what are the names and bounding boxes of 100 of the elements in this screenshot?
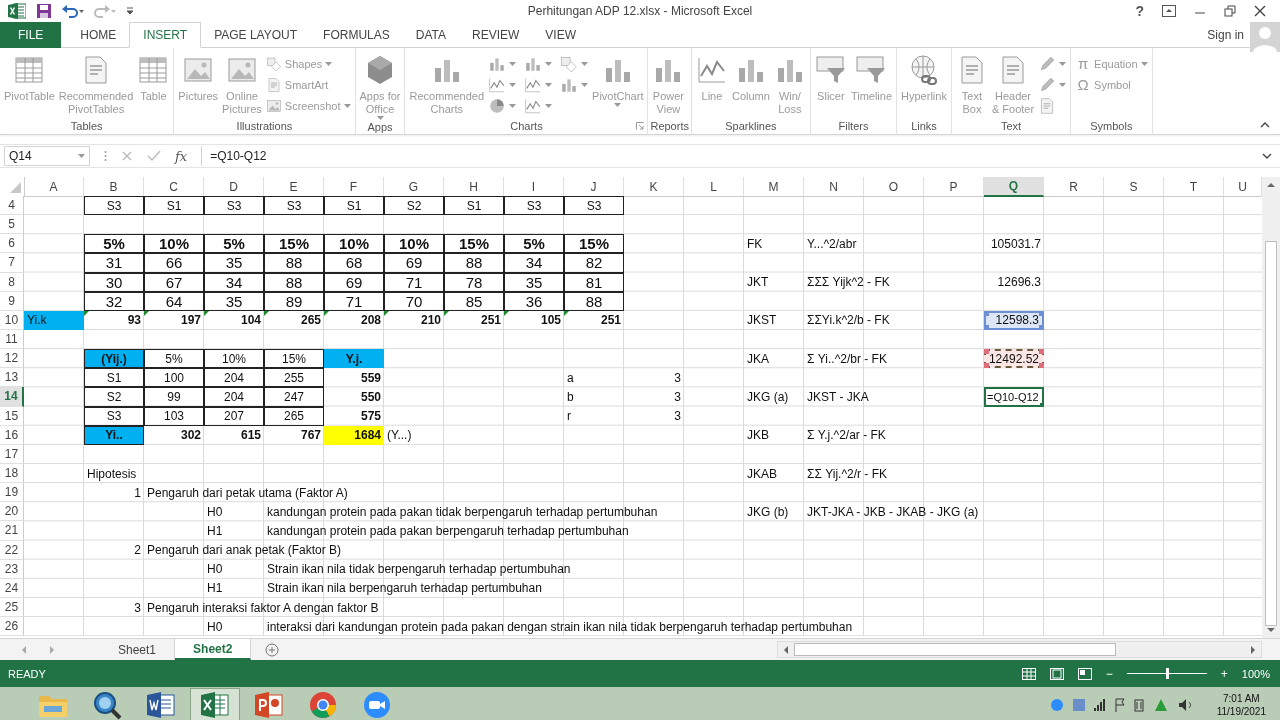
page-break-icon[interactable] [1077,667,1092,680]
cell-value: 70 [384,291,444,311]
line-chart-icon [524,96,543,115]
cell-value: Σ Yi..^2/br - FK [806,350,888,368]
ribbon-display-icon[interactable] [1162,5,1176,17]
cell-value: JKAB [746,465,778,483]
scroll-right-icon[interactable] [1249,644,1257,655]
status-text: READY [8,667,46,680]
group-label: Illustrations [236,120,293,132]
row-number[interactable]: 5 [0,215,24,235]
heading-letter[interactable]: H [444,177,504,197]
ribbon-tab[interactable]: HOME [67,22,130,48]
heading-letter[interactable]: F [324,177,384,197]
page-layout-icon[interactable] [1049,667,1064,680]
spreadsheet-app-icon [201,691,229,718]
file-tab[interactable]: FILE [0,22,62,48]
heading-letter[interactable]: I [504,177,564,197]
row-number[interactable]: 9 [0,291,24,311]
name-box[interactable]: Q14 [4,146,90,166]
group-label: Reports [650,120,689,132]
cell-value: 10% [204,349,264,369]
clock-time[interactable]: 7:01 AM [1223,691,1260,705]
horizontal-scrollbar[interactable] [777,641,1262,658]
row-number[interactable]: 4 [0,196,24,216]
next-sheet-icon[interactable] [48,644,56,655]
zoom-in-button[interactable]: + [1220,666,1228,681]
customize-icon[interactable] [126,7,134,15]
help-button[interactable]: ? [1135,3,1144,19]
heading-letter[interactable]: B [84,177,144,197]
formula-field[interactable]: =Q10-Q12 [201,146,1248,166]
insert-function-button[interactable]: fx [175,148,188,164]
row-number[interactable]: 10 [0,310,24,330]
vertical-scrollbar[interactable] [1262,177,1280,638]
row-number[interactable]: 23 [0,559,24,579]
zoom-thumb[interactable] [1165,668,1169,679]
ribbon-tab[interactable]: VIEW [532,22,589,48]
row-number[interactable]: 14 [0,387,24,407]
undo-icon[interactable] [62,4,84,18]
heading-letter[interactable]: K [624,177,684,197]
heading-letter[interactable]: L [684,177,744,197]
cell-value: ΣΣΣ Yijk^2 - FK [806,274,891,292]
row-number[interactable]: 6 [0,234,24,254]
cell-value: 767 [299,427,322,445]
row-number[interactable]: 22 [0,540,24,560]
cell-value: 93 [84,310,144,330]
row-number[interactable]: 8 [0,272,24,292]
clock-date[interactable]: 11/19/2021 [1216,704,1266,718]
heading-letter[interactable]: N [804,177,864,197]
zoom-out-button[interactable]: − [1105,666,1113,681]
sheet-tab[interactable]: Sheet2 [175,639,252,660]
pen-icon [1038,75,1057,94]
cell-value: ΣΣYi.k^2/b - FK [806,312,891,330]
heading-letter[interactable]: C [144,177,204,197]
heading-letter[interactable]: G [384,177,444,197]
line-chart-icon [488,75,507,94]
redo-icon[interactable] [94,4,116,18]
ribbon-tab[interactable]: INSERT [129,22,202,48]
row-number[interactable]: 17 [0,444,24,464]
row-number[interactable]: 15 [0,406,24,426]
zoom-level[interactable]: 100% [1241,667,1270,680]
heading-letter[interactable]: E [264,177,324,197]
ribbon-tab[interactable]: REVIEW [459,22,533,48]
cell-value: 208 [324,310,384,330]
cell-editor[interactable]: =Q10-Q12 [984,387,1044,407]
close-icon[interactable] [1254,5,1266,17]
add-sheet-icon[interactable] [265,642,280,657]
heading-letter[interactable]: O [864,177,924,197]
enter-icon[interactable] [147,150,161,162]
row-number[interactable]: 7 [0,253,24,273]
ribbon-tab[interactable]: DATA [402,22,459,48]
expand-icon[interactable] [1262,153,1272,159]
restore-icon[interactable] [1224,5,1236,17]
row-number[interactable]: 16 [0,425,24,445]
row-number[interactable]: 21 [0,521,24,541]
heading-letter[interactable]: D [204,177,264,197]
row-number[interactable]: 20 [0,502,24,522]
heading-letter[interactable]: A [24,177,84,197]
cell-value: 2 [133,542,142,560]
cell-value: 105 [504,310,564,330]
heading-letter[interactable]: J [564,177,624,197]
row-number[interactable]: 13 [0,368,24,388]
heading-letter[interactable]: S [1104,177,1164,197]
ribbon-tab[interactable]: PAGE LAYOUT [201,22,311,48]
save-icon[interactable] [36,3,52,19]
funnel-icon [855,54,888,86]
cancel-icon[interactable] [121,150,133,162]
heading-letter[interactable]: T [1164,177,1224,197]
cell-value: 251 [564,310,624,330]
heading-letter[interactable]: Q [984,177,1044,197]
taskbar-button[interactable] [190,688,240,720]
cell-value: S3 [204,196,264,216]
cell-value: 69 [324,272,384,292]
scroll-up-icon[interactable] [1266,181,1276,189]
previous-sheet-icon[interactable] [20,644,28,655]
normal-view-icon[interactable] [1021,667,1036,680]
scroll-left-icon[interactable] [782,644,790,655]
sign-in-link[interactable]: Sign in [1207,27,1244,42]
heading-letter[interactable]: M [744,177,804,197]
heading-letter[interactable]: R [1044,177,1104,197]
ribbon-tab[interactable]: FORMULAS [310,22,403,48]
